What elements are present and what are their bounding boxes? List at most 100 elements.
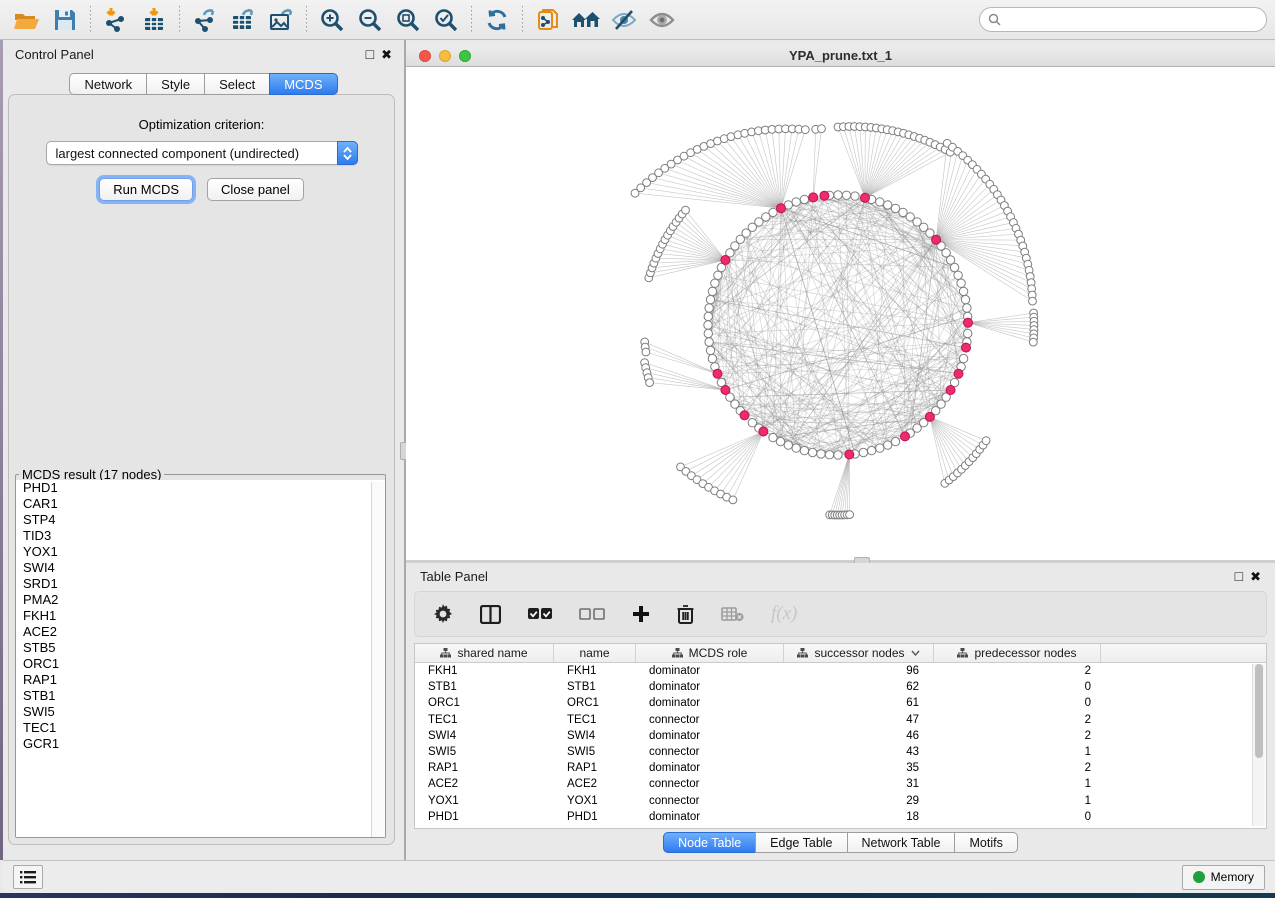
export-image-icon[interactable] [262, 4, 300, 36]
deselect-all-rows-icon[interactable] [579, 607, 605, 621]
table-row[interactable]: YOX1YOX1connector291 [415, 793, 1266, 809]
table-row[interactable]: ACE2ACE2connector311 [415, 776, 1266, 792]
zoom-selected-icon[interactable] [427, 4, 465, 36]
toolbar-separator [306, 6, 307, 34]
cell-name: SWI5 [554, 746, 636, 758]
table-row[interactable]: TEC1TEC1connector472 [415, 712, 1266, 728]
close-panel-icon[interactable]: ✖ [381, 48, 392, 61]
float-panel-icon[interactable]: □ [366, 47, 374, 61]
close-panel-icon[interactable]: ✖ [1250, 570, 1261, 583]
cell-name: PHD1 [554, 811, 636, 823]
column-header-successor-nodes[interactable]: successor nodes [784, 644, 934, 662]
mcds-result-item[interactable]: STB1 [16, 688, 385, 704]
memory-button[interactable]: Memory [1182, 865, 1265, 890]
table-row[interactable]: PHD1PHD1dominator180 [415, 809, 1266, 825]
delete-table-icon [721, 606, 744, 622]
import-table-icon[interactable] [135, 4, 173, 36]
mcds-result-item[interactable]: RAP1 [16, 672, 385, 688]
mcds-result-item[interactable]: ACE2 [16, 624, 385, 640]
export-network-icon[interactable] [186, 4, 224, 36]
search-input[interactable] [1006, 13, 1258, 27]
cell-predecessor-nodes: 0 [934, 681, 1101, 693]
export-table-icon[interactable] [224, 4, 262, 36]
close-panel-button[interactable]: Close panel [207, 178, 304, 201]
memory-status-icon [1193, 871, 1205, 883]
mcds-result-group: MCDS result (17 nodes) PHD1CAR1STP4TID3Y… [15, 467, 386, 838]
cell-shared-name: RAP1 [415, 762, 554, 774]
tab-network[interactable]: Network [69, 73, 147, 95]
mcds-result-item[interactable]: TID3 [16, 528, 385, 544]
sort-desc-icon [911, 650, 920, 656]
mcds-result-item[interactable]: GCR1 [16, 736, 385, 752]
cell-shared-name: STB1 [415, 681, 554, 693]
table-row[interactable]: STB1STB1dominator620 [415, 679, 1266, 695]
table-scrollbar-thumb[interactable] [1255, 664, 1263, 758]
import-network-icon[interactable] [97, 4, 135, 36]
table-row[interactable]: SWI4SWI4dominator462 [415, 728, 1266, 744]
mcds-result-item[interactable]: TEC1 [16, 720, 385, 736]
mcds-result-item[interactable]: SWI5 [16, 704, 385, 720]
cell-predecessor-nodes: 1 [934, 746, 1101, 758]
tab-select[interactable]: Select [204, 73, 270, 95]
cell-predecessor-nodes: 0 [934, 811, 1101, 823]
memory-label: Memory [1211, 870, 1254, 884]
column-header-MCDS-role[interactable]: MCDS role [636, 644, 784, 662]
tab-network-table[interactable]: Network Table [847, 832, 956, 853]
zoom-fit-icon[interactable] [389, 4, 427, 36]
criterion-dropdown[interactable]: largest connected component (undirected) [46, 141, 358, 165]
mcds-result-item[interactable]: SWI4 [16, 560, 385, 576]
table-row[interactable]: RAP1RAP1dominator352 [415, 760, 1266, 776]
cell-shared-name: ACE2 [415, 778, 554, 790]
mcds-result-item[interactable]: PHD1 [16, 480, 385, 496]
cell-successor-nodes: 47 [784, 714, 934, 726]
mcds-tab-content: Optimization criterion: largest connecte… [8, 94, 395, 845]
cell-successor-nodes: 43 [784, 746, 934, 758]
mcds-result-item[interactable]: ORC1 [16, 656, 385, 672]
network-canvas-svg [406, 67, 1275, 560]
add-column-icon[interactable] [632, 605, 650, 623]
mcds-result-item[interactable]: SRD1 [16, 576, 385, 592]
table-scrollbar[interactable] [1252, 664, 1265, 826]
open-session-icon[interactable] [8, 4, 46, 36]
refresh-network-icon[interactable] [478, 4, 516, 36]
table-row[interactable]: ORC1ORC1dominator610 [415, 695, 1266, 711]
network-view-canvas[interactable] [406, 67, 1275, 560]
show-panel-list-button[interactable] [13, 865, 43, 889]
mcds-result-item[interactable]: STB5 [16, 640, 385, 656]
home-networks-icon[interactable] [567, 4, 605, 36]
search-box[interactable] [979, 7, 1267, 32]
hide-graphics-details-icon[interactable] [605, 4, 643, 36]
main-toolbar [0, 0, 1275, 40]
select-all-rows-icon[interactable] [528, 607, 552, 621]
column-settings-gear-icon[interactable] [433, 604, 453, 624]
delete-column-icon[interactable] [677, 604, 694, 624]
tab-style[interactable]: Style [146, 73, 205, 95]
mcds-list-scrollbar[interactable] [371, 482, 385, 837]
birdseye-view-icon[interactable] [643, 4, 681, 36]
mcds-result-item[interactable]: YOX1 [16, 544, 385, 560]
cell-shared-name: YOX1 [415, 795, 554, 807]
tab-edge-table[interactable]: Edge Table [755, 832, 847, 853]
show-column-pane-icon[interactable] [480, 605, 501, 624]
run-mcds-button[interactable]: Run MCDS [99, 178, 193, 201]
table-row[interactable]: FKH1FKH1dominator962 [415, 663, 1266, 679]
column-header-shared-name[interactable]: shared name [415, 644, 554, 662]
column-header-predecessor-nodes[interactable]: predecessor nodes [934, 644, 1101, 662]
duplicate-network-icon[interactable] [529, 4, 567, 36]
zoom-out-icon[interactable] [351, 4, 389, 36]
save-session-icon[interactable] [46, 4, 84, 36]
table-row[interactable]: SWI5SWI5connector431 [415, 744, 1266, 760]
optimization-criterion-label: Optimization criterion: [9, 117, 394, 132]
tab-mcds[interactable]: MCDS [269, 73, 337, 95]
node-table-header: shared namenameMCDS rolesuccessor nodesp… [415, 644, 1266, 663]
mcds-result-item[interactable]: PMA2 [16, 592, 385, 608]
mcds-result-item[interactable]: FKH1 [16, 608, 385, 624]
float-panel-icon[interactable]: □ [1235, 569, 1243, 583]
column-header-name[interactable]: name [554, 644, 636, 662]
zoom-in-icon[interactable] [313, 4, 351, 36]
tab-node-table[interactable]: Node Table [663, 832, 756, 853]
control-panel-tabs: NetworkStyleSelectMCDS [3, 73, 404, 95]
mcds-result-item[interactable]: CAR1 [16, 496, 385, 512]
tab-motifs[interactable]: Motifs [954, 832, 1017, 853]
mcds-result-item[interactable]: STP4 [16, 512, 385, 528]
